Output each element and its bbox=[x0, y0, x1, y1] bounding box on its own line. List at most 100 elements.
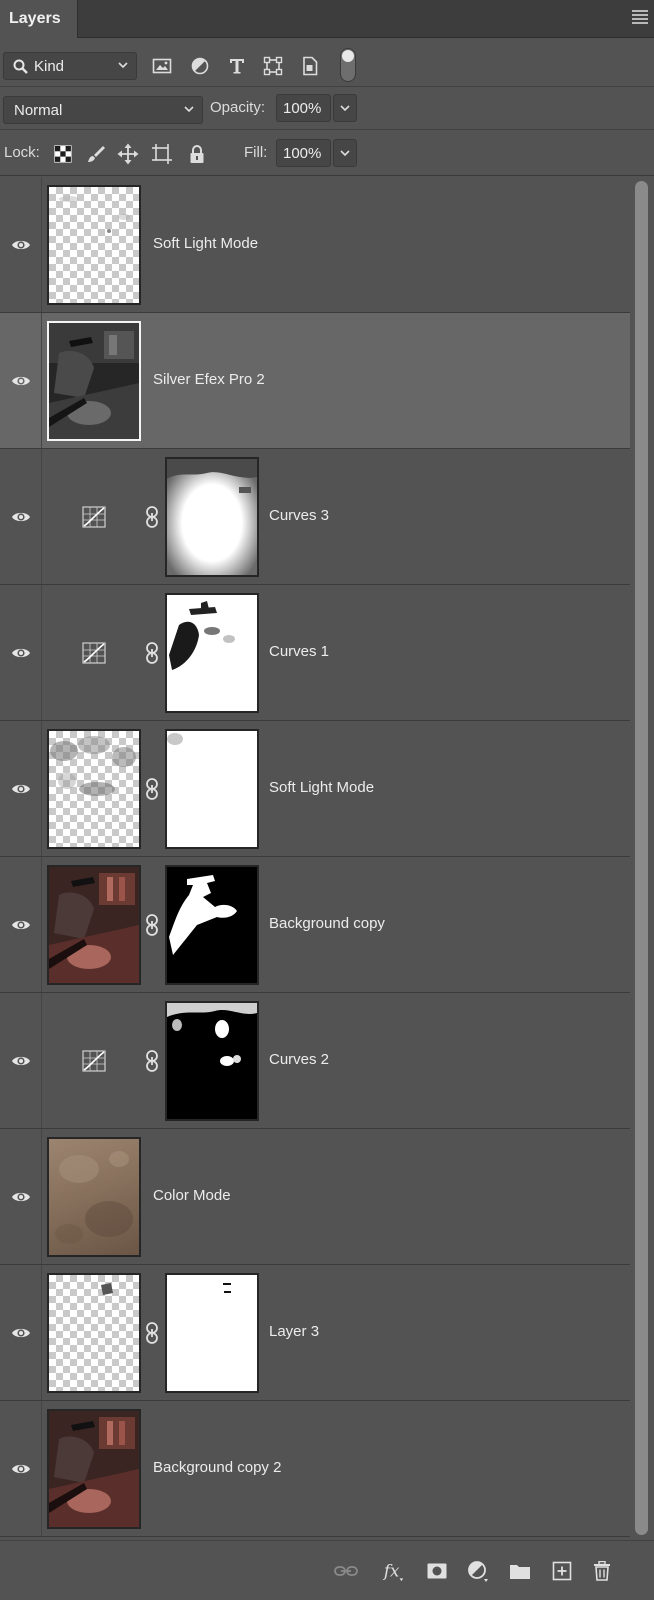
pixel-filter-icon[interactable] bbox=[150, 54, 174, 78]
layers-scrollbar[interactable] bbox=[630, 177, 654, 1539]
opacity-input[interactable]: 100% bbox=[276, 94, 331, 122]
visibility-toggle[interactable] bbox=[0, 1401, 42, 1536]
layer-row[interactable]: Curves 3 bbox=[0, 449, 630, 585]
fill-slider-button[interactable] bbox=[333, 139, 357, 167]
curves-adjustment-icon bbox=[82, 642, 106, 664]
layer-thumbnail bbox=[47, 321, 141, 441]
lock-all-icon[interactable] bbox=[186, 143, 208, 165]
layer-thumbnail bbox=[47, 185, 141, 305]
chevron-down-icon bbox=[340, 105, 350, 112]
lock-transparent-pixels-icon[interactable] bbox=[52, 143, 74, 165]
visibility-toggle[interactable] bbox=[0, 313, 42, 448]
filter-kind-label: Kind bbox=[34, 57, 65, 75]
layer-mask-thumbnail bbox=[165, 593, 259, 713]
visibility-toggle[interactable] bbox=[0, 993, 42, 1128]
layer-name: Silver Efex Pro 2 bbox=[153, 371, 265, 388]
layer-row[interactable]: Soft Light Mode bbox=[0, 177, 630, 313]
tab-layers[interactable]: Layers bbox=[0, 0, 78, 38]
filter-toggle[interactable] bbox=[340, 48, 356, 82]
layer-thumbnail bbox=[47, 865, 141, 985]
new-adjustment-layer-icon[interactable] bbox=[467, 1559, 491, 1583]
blend-mode-dropdown[interactable]: Normal bbox=[3, 96, 203, 124]
search-icon bbox=[13, 59, 28, 74]
lock-row: Lock: Fill: 100% bbox=[0, 131, 654, 176]
link-icon[interactable] bbox=[144, 777, 160, 801]
layer-name: Soft Light Mode bbox=[269, 779, 375, 796]
layer-row[interactable]: Curves 1 bbox=[0, 585, 630, 721]
fill-input[interactable]: 100% bbox=[276, 139, 331, 167]
layer-row[interactable]: Color Mode bbox=[0, 1129, 630, 1265]
visibility-toggle[interactable] bbox=[0, 449, 42, 584]
opacity-slider-button[interactable] bbox=[333, 94, 357, 122]
lock-artboard-icon[interactable] bbox=[151, 143, 173, 165]
layer-name: Soft Light Mode bbox=[153, 235, 259, 252]
layer-name: Curves 3 bbox=[269, 507, 330, 524]
fill-label: Fill: bbox=[244, 144, 268, 161]
eye-icon bbox=[11, 1328, 30, 1337]
panel-menu-icon[interactable] bbox=[632, 10, 648, 24]
layer-mask-thumbnail bbox=[165, 1001, 259, 1121]
new-layer-icon[interactable] bbox=[550, 1559, 574, 1583]
scrollbar-thumb[interactable] bbox=[635, 181, 648, 1535]
chevron-down-icon bbox=[340, 150, 350, 157]
visibility-toggle[interactable] bbox=[0, 177, 42, 312]
layer-row-selected[interactable]: Silver Efex Pro 2 bbox=[0, 313, 630, 449]
layer-row[interactable]: Background copy 2 bbox=[0, 1401, 630, 1537]
lock-image-pixels-icon[interactable] bbox=[85, 143, 107, 165]
chevron-down-icon bbox=[184, 106, 194, 113]
eye-icon bbox=[11, 240, 30, 249]
layer-name: Layer 3 bbox=[269, 1323, 320, 1340]
new-group-icon[interactable] bbox=[508, 1559, 532, 1583]
chevron-down-icon bbox=[118, 62, 128, 69]
layer-row[interactable]: Background copy bbox=[0, 857, 630, 993]
layer-row[interactable]: Layer 3 bbox=[0, 1265, 630, 1401]
type-filter-icon[interactable] bbox=[225, 54, 249, 78]
eye-icon bbox=[11, 648, 30, 657]
link-icon[interactable] bbox=[144, 1049, 160, 1073]
visibility-toggle[interactable] bbox=[0, 1129, 42, 1264]
visibility-toggle[interactable] bbox=[0, 585, 42, 720]
layer-thumbnail bbox=[47, 1137, 141, 1257]
link-layers-icon[interactable] bbox=[334, 1559, 358, 1583]
visibility-toggle[interactable] bbox=[0, 1265, 42, 1400]
layer-mask-thumbnail bbox=[165, 865, 259, 985]
delete-layer-icon[interactable] bbox=[590, 1559, 614, 1583]
shape-filter-icon[interactable] bbox=[261, 54, 285, 78]
curves-adjustment-icon bbox=[82, 1050, 106, 1072]
eye-icon bbox=[11, 784, 30, 793]
lock-position-icon[interactable] bbox=[117, 143, 139, 165]
layer-name: Color Mode bbox=[153, 1187, 231, 1204]
smart-object-filter-icon[interactable] bbox=[298, 54, 322, 78]
filter-kind-dropdown[interactable]: Kind bbox=[3, 52, 137, 80]
svg-text:fx: fx bbox=[382, 1562, 400, 1581]
layer-mask-thumbnail bbox=[165, 729, 259, 849]
adjustment-filter-icon[interactable] bbox=[188, 54, 212, 78]
layer-name: Curves 2 bbox=[269, 1051, 330, 1068]
layer-name: Background copy bbox=[269, 915, 385, 932]
link-icon[interactable] bbox=[144, 505, 160, 529]
link-icon[interactable] bbox=[144, 913, 160, 937]
blend-row: Normal Opacity: 100% bbox=[0, 88, 654, 130]
layers-list: Soft Light Mode Silver Efex Pro 2 Curves… bbox=[0, 177, 630, 1539]
blend-mode-label: Normal bbox=[14, 101, 63, 119]
link-icon[interactable] bbox=[144, 641, 160, 665]
layer-thumbnail bbox=[47, 729, 141, 849]
layers-bottom-toolbar: fx bbox=[0, 1540, 654, 1600]
lock-label: Lock: bbox=[4, 144, 40, 161]
layer-row[interactable]: Curves 2 bbox=[0, 993, 630, 1129]
visibility-toggle[interactable] bbox=[0, 857, 42, 992]
eye-icon bbox=[11, 512, 30, 521]
layer-mask-thumbnail bbox=[165, 1273, 259, 1393]
panel-tab-bar: Layers bbox=[0, 0, 654, 38]
link-icon[interactable] bbox=[144, 1321, 160, 1345]
layer-mask-thumbnail bbox=[165, 457, 259, 577]
layer-thumbnail bbox=[47, 1409, 141, 1529]
filter-row: Kind bbox=[0, 39, 654, 87]
add-layer-style-icon[interactable]: fx bbox=[382, 1559, 406, 1583]
layer-row[interactable]: Soft Light Mode bbox=[0, 721, 630, 857]
eye-icon bbox=[11, 1192, 30, 1201]
add-layer-mask-icon[interactable] bbox=[425, 1559, 449, 1583]
eye-icon bbox=[11, 920, 30, 929]
visibility-toggle[interactable] bbox=[0, 721, 42, 856]
layer-name: Curves 1 bbox=[269, 643, 330, 660]
